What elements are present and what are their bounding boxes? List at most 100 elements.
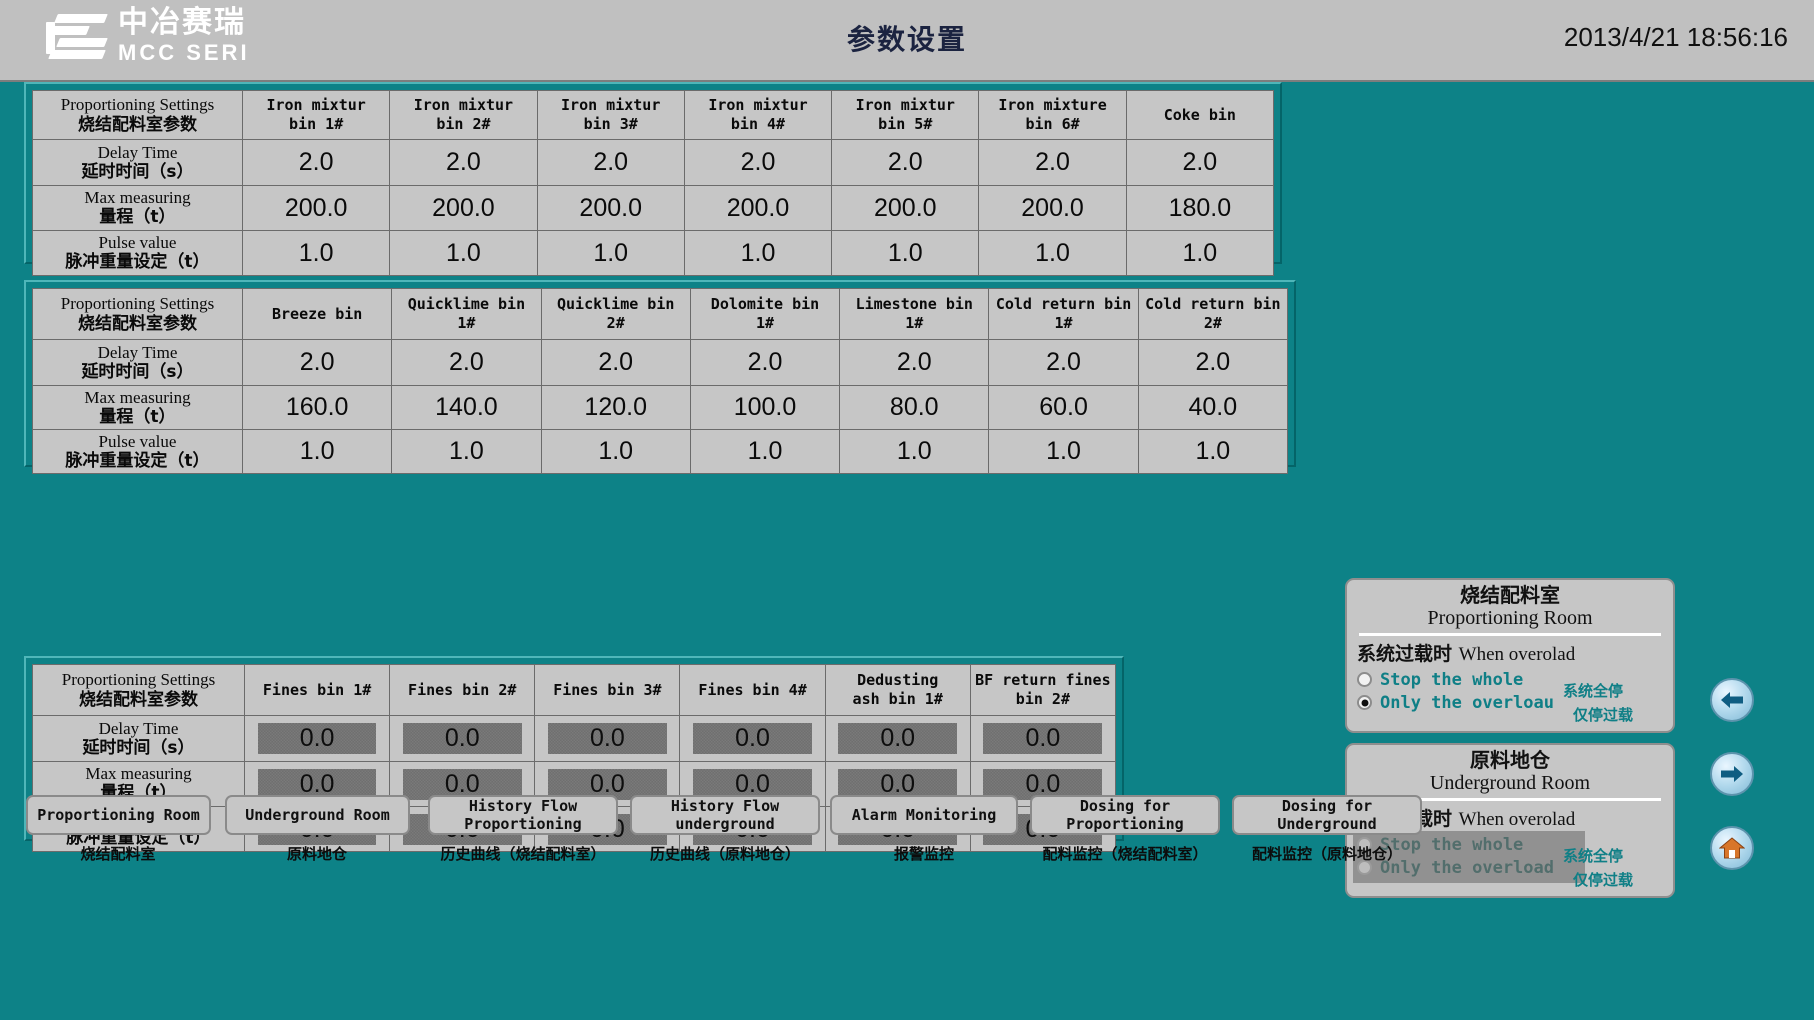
nav-button-5[interactable]: Dosing forProportioning (1030, 795, 1220, 835)
nav-button-3[interactable]: History Flowunderground (630, 795, 820, 835)
radio-note-cn: 仅停过载 (1573, 704, 1633, 725)
value-cell[interactable]: 1.0 (541, 430, 690, 474)
proportioning-table-1-frame: Proportioning Settings烧结配料室参数Iron mixtur… (24, 82, 1282, 264)
column-header: Quicklime bin1# (392, 289, 541, 340)
value-cell: 0.0 (390, 716, 535, 762)
nav-button-caption-1: 原料地仓 (197, 843, 437, 864)
column-header: Fines bin 1# (245, 665, 390, 716)
radio-note-cn: 系统全停 (1563, 680, 1623, 701)
proportioning-table-2: Proportioning Settings烧结配料室参数Breeze binQ… (32, 288, 1288, 474)
arrow-left-icon (1719, 690, 1745, 710)
radio-icon[interactable] (1357, 672, 1372, 687)
value-cell[interactable]: 200.0 (979, 186, 1126, 231)
value-cell[interactable]: 2.0 (243, 140, 390, 186)
home-icon (1719, 836, 1745, 860)
value-field-disabled: 0.0 (693, 723, 812, 754)
radio-label: Only the overloau (1380, 693, 1554, 713)
overload-subtitle-en: When overolad (1459, 644, 1576, 665)
nav-button-label: History Flowunderground (671, 797, 779, 833)
row-header: Max measuring量程（t） (33, 186, 243, 231)
column-header: Dedustingash bin 1# (825, 665, 970, 716)
value-cell[interactable]: 1.0 (840, 430, 989, 474)
column-header: Dolomite bin1# (690, 289, 839, 340)
nav-button-label: Proportioning Room (37, 806, 200, 824)
table-row: Max measuring量程（t）160.0140.0120.0100.080… (33, 386, 1288, 430)
value-cell: 0.0 (825, 716, 970, 762)
nav-button-2[interactable]: History FlowProportioning (428, 795, 618, 835)
value-cell[interactable]: 1.0 (392, 430, 541, 474)
value-cell[interactable]: 2.0 (1138, 340, 1287, 386)
value-cell[interactable]: 1.0 (1138, 430, 1287, 474)
value-cell[interactable]: 200.0 (832, 186, 979, 231)
radio-icon-selected[interactable] (1357, 695, 1372, 710)
value-cell[interactable]: 60.0 (989, 386, 1138, 430)
value-cell[interactable]: 1.0 (537, 231, 684, 276)
value-cell[interactable]: 2.0 (243, 340, 392, 386)
radio-note-cn: 仅停过载 (1573, 869, 1633, 890)
table-row: Delay Time延时时间（s）2.02.02.02.02.02.02.0 (33, 140, 1274, 186)
column-header: Iron mixturbin 1# (243, 91, 390, 140)
table-row: Pulse value脉冲重量设定（t）1.01.01.01.01.01.01.… (33, 231, 1274, 276)
value-cell[interactable]: 1.0 (243, 430, 392, 474)
value-cell[interactable]: 1.0 (979, 231, 1126, 276)
overload-panel-proportioning-room[interactable]: 烧结配料室 Proportioning Room 系统过载时 When over… (1345, 578, 1675, 733)
value-cell[interactable]: 1.0 (1126, 231, 1273, 276)
panel-title-cn: 烧结配料室 (1357, 584, 1663, 606)
value-cell[interactable]: 200.0 (537, 186, 684, 231)
overload-subtitle: 系统过载时 When overolad (1357, 639, 1663, 666)
table-header-row: Proportioning Settings烧结配料室参数Iron mixtur… (33, 91, 1274, 140)
nav-button-0[interactable]: Proportioning Room (26, 795, 211, 835)
table-row: Delay Time延时时间（s）0.00.00.00.00.00.0 (33, 716, 1116, 762)
nav-button-label: Dosing forUnderground (1277, 797, 1376, 833)
value-cell[interactable]: 2.0 (690, 340, 839, 386)
column-header: Fines bin 3# (535, 665, 680, 716)
value-cell[interactable]: 140.0 (392, 386, 541, 430)
nav-button-4[interactable]: Alarm Monitoring (830, 795, 1018, 835)
nav-button-1[interactable]: Underground Room (225, 795, 410, 835)
value-cell[interactable]: 2.0 (392, 340, 541, 386)
table-row: Pulse value脉冲重量设定（t）1.01.01.01.01.01.01.… (33, 430, 1288, 474)
value-cell[interactable]: 2.0 (537, 140, 684, 186)
value-cell[interactable]: 100.0 (690, 386, 839, 430)
column-header: Cold return bin2# (1138, 289, 1287, 340)
value-cell[interactable]: 2.0 (989, 340, 1138, 386)
value-field-disabled: 0.0 (548, 723, 667, 754)
row-header: Pulse value脉冲重量设定（t） (33, 231, 243, 276)
column-header: Fines bin 2# (390, 665, 535, 716)
value-cell[interactable]: 1.0 (989, 430, 1138, 474)
value-cell[interactable]: 1.0 (690, 430, 839, 474)
value-cell[interactable]: 1.0 (243, 231, 390, 276)
value-cell[interactable]: 80.0 (840, 386, 989, 430)
home-icon-button[interactable] (1710, 826, 1754, 870)
value-cell[interactable]: 2.0 (1126, 140, 1273, 186)
value-cell[interactable]: 200.0 (684, 186, 831, 231)
proportioning-table-2-frame: Proportioning Settings烧结配料室参数Breeze binQ… (24, 280, 1296, 467)
value-cell[interactable]: 40.0 (1138, 386, 1287, 430)
column-header: Quicklime bin2# (541, 289, 690, 340)
table-corner-label: Proportioning Settings烧结配料室参数 (33, 91, 243, 140)
value-cell[interactable]: 2.0 (390, 140, 537, 186)
value-cell[interactable]: 1.0 (684, 231, 831, 276)
column-header: Breeze bin (243, 289, 392, 340)
radio-label: Stop the whole (1380, 670, 1523, 690)
value-cell[interactable]: 2.0 (979, 140, 1126, 186)
nav-button-label: Dosing forProportioning (1066, 797, 1183, 833)
value-cell[interactable]: 200.0 (243, 186, 390, 231)
nav-button-6[interactable]: Dosing forUnderground (1232, 795, 1422, 835)
value-cell[interactable]: 2.0 (541, 340, 690, 386)
value-cell[interactable]: 1.0 (390, 231, 537, 276)
value-cell[interactable]: 120.0 (541, 386, 690, 430)
value-cell[interactable]: 2.0 (684, 140, 831, 186)
panel-title: 烧结配料室 Proportioning Room (1357, 584, 1663, 629)
arrow-left-icon-button[interactable] (1710, 678, 1754, 722)
arrow-right-icon-button[interactable] (1710, 752, 1754, 796)
value-cell[interactable]: 1.0 (832, 231, 979, 276)
nav-button-caption-6: 配料监控（原料地仓） (1207, 843, 1447, 864)
value-cell[interactable]: 2.0 (840, 340, 989, 386)
nav-button-label: Alarm Monitoring (852, 806, 997, 824)
value-cell[interactable]: 200.0 (390, 186, 537, 231)
value-cell[interactable]: 2.0 (832, 140, 979, 186)
column-header: Iron mixturbin 3# (537, 91, 684, 140)
value-cell[interactable]: 180.0 (1126, 186, 1273, 231)
value-cell[interactable]: 160.0 (243, 386, 392, 430)
